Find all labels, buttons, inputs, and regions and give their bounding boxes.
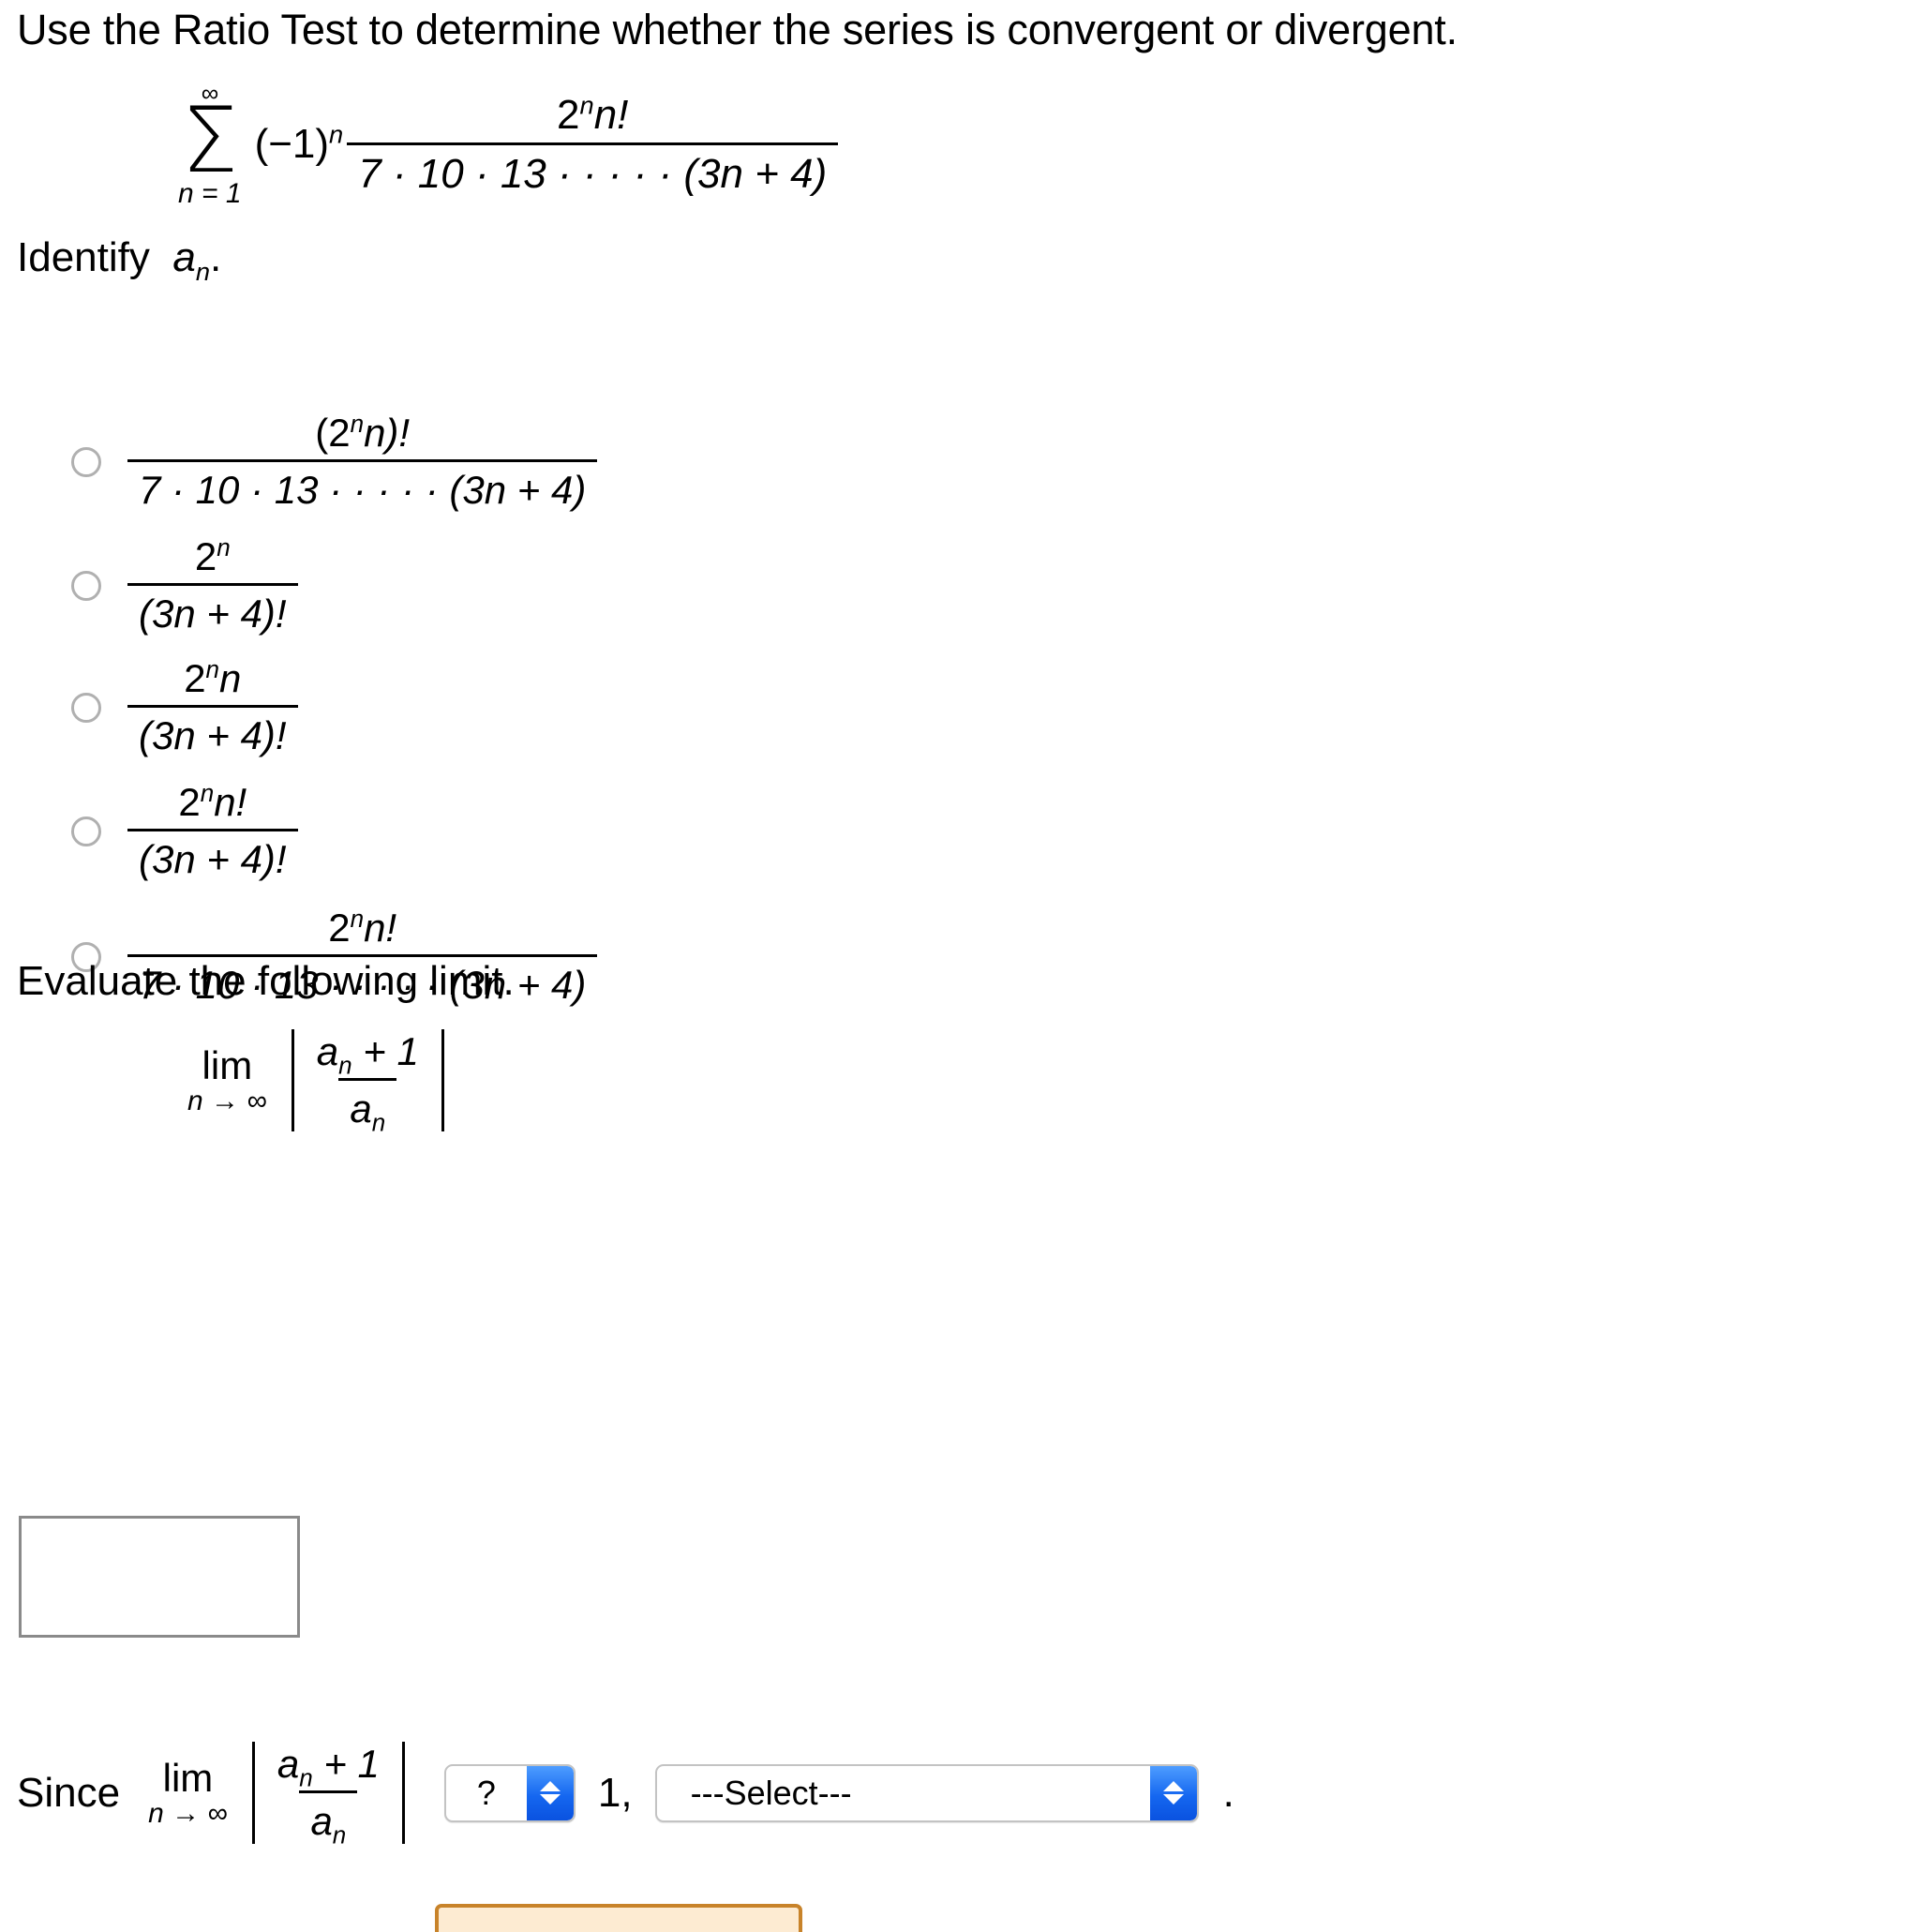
conclusion-select-value: ---Select--- — [690, 1773, 852, 1812]
since-ratio-fraction: an + 1 an — [266, 1742, 391, 1847]
radio-option-2[interactable] — [71, 570, 101, 601]
abs-bar-left — [291, 1029, 294, 1131]
option-1-denominator: 7 · 10 · 13 · · · · · (3n + 4) — [127, 459, 598, 513]
ratio-fraction: an + 1 an — [306, 1029, 430, 1134]
evaluate-limit-label: Evaluate the following limit. — [17, 958, 515, 1004]
chevron-up-icon-2 — [1162, 1781, 1184, 1791]
since-abs-bar-right — [401, 1742, 405, 1844]
series-numerator: 2nn! — [557, 90, 629, 138]
identify-text: Identify — [17, 234, 150, 280]
lim-subscript: n → ∞ — [187, 1085, 267, 1116]
since-lim-word: lim — [162, 1755, 214, 1800]
since-lim-subscript: n → ∞ — [148, 1797, 228, 1829]
sum-lower-limit: n = 1 — [178, 178, 242, 210]
one-comma-text: 1, — [597, 1769, 633, 1816]
comparison-select[interactable]: ? — [443, 1763, 576, 1822]
series-fraction: 2nn! 7 · 10 · 13 · · · · · (3n + 4) — [347, 90, 839, 198]
since-ratio-denominator: an — [299, 1790, 358, 1847]
option-5-numerator: 2nn! — [328, 905, 397, 950]
option-2-fraction: 2n (3n + 4)! — [127, 534, 298, 637]
limit-operator: lim n → ∞ — [187, 1042, 267, 1116]
absolute-value-group: an + 1 an — [280, 1029, 456, 1134]
since-limit-operator: lim n → ∞ — [148, 1755, 228, 1829]
summation-symbol: ∞ Σ n = 1 — [178, 81, 242, 208]
since-abs-bar-left — [251, 1742, 255, 1844]
ratio-numerator: an + 1 — [316, 1029, 419, 1080]
option-2-row[interactable]: 2n (3n + 4)! — [71, 534, 298, 637]
radio-option-4[interactable] — [71, 816, 101, 846]
series-denominator: 7 · 10 · 13 · · · · · (3n + 4) — [347, 142, 839, 198]
option-1-row[interactable]: (2nn)! 7 · 10 · 13 · · · · · (3n + 4) — [71, 410, 598, 513]
option-3-fraction: 2nn (3n + 4)! — [127, 656, 298, 758]
option-4-fraction: 2nn! (3n + 4)! — [127, 780, 298, 882]
limit-expression: lim n → ∞ an + 1 an — [187, 1029, 456, 1134]
sigma-icon: Σ — [181, 88, 239, 193]
a-sub-n-symbol: an — [172, 234, 210, 286]
comparison-select-stepper-icon[interactable] — [526, 1765, 574, 1820]
trailing-period: . — [1222, 1769, 1234, 1816]
option-3-denominator: (3n + 4)! — [127, 705, 298, 758]
alternating-coefficient: (−1)n — [254, 119, 344, 168]
identify-period: . — [209, 234, 222, 280]
comparison-select-value: ? — [476, 1773, 496, 1812]
option-2-numerator: 2n — [194, 533, 231, 578]
option-1-fraction: (2nn)! 7 · 10 · 13 · · · · · (3n + 4) — [127, 410, 598, 513]
since-ratio-numerator: an + 1 — [277, 1742, 380, 1792]
abs-bar-right — [441, 1029, 444, 1131]
chevron-up-icon — [539, 1781, 561, 1791]
chevron-down-icon-2 — [1162, 1794, 1184, 1805]
lim-word: lim — [202, 1042, 253, 1087]
conclusion-select[interactable]: ---Select--- — [654, 1763, 1199, 1822]
option-2-denominator: (3n + 4)! — [127, 583, 298, 637]
ratio-denominator: an — [338, 1078, 397, 1134]
option-3-numerator: 2nn — [184, 655, 242, 700]
option-4-row[interactable]: 2nn! (3n + 4)! — [71, 780, 298, 882]
since-limit-expression: lim n → ∞ an + 1 an — [148, 1742, 416, 1847]
question-prompt: Use the Ratio Test to determine whether … — [17, 6, 1458, 53]
conclusion-row: Since lim n → ∞ an + 1 an ? 1, ---Select… — [17, 1742, 1234, 1847]
option-1-numerator: (2nn)! — [315, 410, 411, 455]
option-3-row[interactable]: 2nn (3n + 4)! — [71, 656, 298, 758]
submit-button-partial[interactable] — [435, 1904, 802, 1932]
since-word: Since — [17, 1769, 121, 1816]
radio-option-3[interactable] — [71, 692, 101, 723]
series-expression: ∞ Σ n = 1 (−1)n 2nn! 7 · 10 · 13 · · · ·… — [178, 81, 839, 208]
option-4-numerator: 2nn! — [178, 779, 247, 824]
radio-option-1[interactable] — [71, 446, 101, 477]
since-absolute-value-group: an + 1 an — [241, 1742, 416, 1847]
limit-answer-input[interactable] — [19, 1516, 300, 1638]
chevron-down-icon — [539, 1794, 561, 1805]
option-4-denominator: (3n + 4)! — [127, 829, 298, 882]
conclusion-select-stepper-icon[interactable] — [1149, 1765, 1197, 1820]
identify-label: Identify an. — [17, 234, 222, 286]
